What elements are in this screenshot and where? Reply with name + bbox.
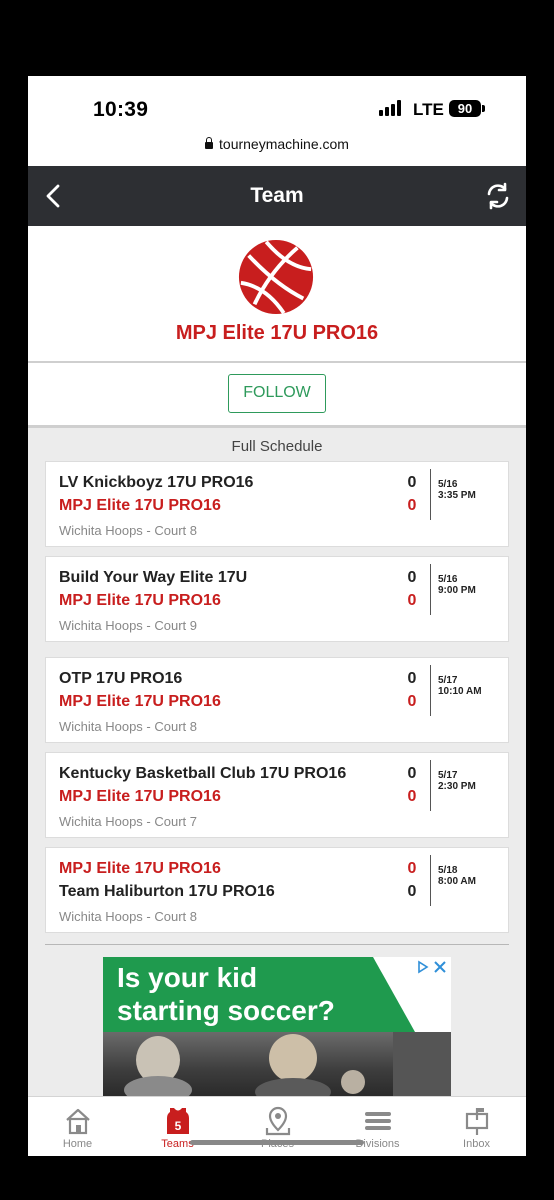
game-card[interactable]: Build Your Way Elite 17U 0 MPJ Elite 17U… — [45, 556, 509, 642]
home-score: 0 — [407, 569, 417, 586]
home-team: Build Your Way Elite 17U — [59, 569, 248, 586]
game-datetime: 5/17 2:30 PM — [438, 770, 476, 792]
divider — [45, 944, 509, 945]
away-team: MPJ Elite 17U PRO16 — [59, 693, 221, 710]
nav-teams[interactable]: 5 Teams — [128, 1097, 227, 1156]
separator — [430, 469, 431, 520]
home-team: MPJ Elite 17U PRO16 — [59, 860, 221, 877]
home-icon — [66, 1108, 90, 1135]
home-team: Kentucky Basketball Club 17U PRO16 — [59, 765, 347, 782]
game-venue: Wichita Hoops - Court 8 — [59, 523, 197, 538]
game-venue: Wichita Hoops - Court 9 — [59, 618, 197, 633]
nav-label: Inbox — [463, 1138, 490, 1150]
away-score: 0 — [407, 693, 417, 710]
status-bar: 10:39 LTE 90 — [28, 76, 526, 136]
game-venue: Wichita Hoops - Court 8 — [59, 909, 197, 924]
bottom-nav: Home 5 Teams Places Divisions — [28, 1096, 526, 1156]
lock-icon — [205, 137, 214, 149]
away-team: MPJ Elite 17U PRO16 — [59, 497, 221, 514]
game-datetime: 5/16 3:35 PM — [438, 479, 476, 501]
team-info: MPJ Elite 17U PRO16 — [28, 226, 526, 361]
away-score: 0 — [407, 883, 417, 900]
phone-screen: 10:39 LTE 90 tourneymachine.com Team MPJ… — [28, 76, 526, 1156]
game-datetime: 5/17 10:10 AM — [438, 675, 482, 697]
menu-lines-icon — [365, 1112, 391, 1130]
home-score: 0 — [407, 765, 417, 782]
app-header: Team — [28, 166, 526, 226]
separator — [430, 564, 431, 615]
battery-tip — [482, 105, 485, 112]
status-time: 10:39 — [93, 98, 149, 121]
game-card[interactable]: OTP 17U PRO16 0 MPJ Elite 17U PRO16 0 Wi… — [45, 657, 509, 743]
separator — [430, 760, 431, 811]
refresh-icon[interactable] — [484, 182, 512, 210]
game-card[interactable]: Kentucky Basketball Club 17U PRO16 0 MPJ… — [45, 752, 509, 838]
away-score: 0 — [407, 788, 417, 805]
nav-divisions[interactable]: Divisions — [328, 1097, 427, 1156]
schedule-list: Full Schedule LV Knickboyz 17U PRO16 0 M… — [28, 428, 526, 1096]
away-score: 0 — [407, 592, 417, 609]
home-indicator — [190, 1140, 364, 1145]
separator — [430, 665, 431, 716]
away-team: MPJ Elite 17U PRO16 — [59, 592, 221, 609]
game-venue: Wichita Hoops - Court 8 — [59, 719, 197, 734]
nav-home[interactable]: Home — [28, 1097, 127, 1156]
ad-photo — [103, 1032, 451, 1096]
game-card[interactable]: LV Knickboyz 17U PRO16 0 MPJ Elite 17U P… — [45, 461, 509, 547]
follow-button[interactable]: FOLLOW — [228, 374, 326, 413]
follow-section: FOLLOW — [28, 363, 526, 425]
home-score: 0 — [407, 670, 417, 687]
home-team: LV Knickboyz 17U PRO16 — [59, 474, 254, 491]
ad-headline: Is your kid starting soccer? — [117, 962, 335, 1026]
map-pin-icon — [265, 1106, 291, 1136]
team-name: MPJ Elite 17U PRO16 — [175, 322, 379, 344]
signal-icon — [379, 100, 405, 116]
page-title: Team — [250, 184, 304, 207]
schedule-heading: Full Schedule — [231, 438, 323, 455]
ad-banner[interactable]: Is your kid starting soccer? — [103, 957, 451, 1096]
nav-places[interactable]: Places — [228, 1097, 327, 1156]
home-score: 0 — [407, 860, 417, 877]
basketball-icon — [238, 239, 314, 315]
game-datetime: 5/16 9:00 PM — [438, 574, 476, 596]
home-team: OTP 17U PRO16 — [59, 670, 183, 687]
away-score: 0 — [407, 497, 417, 514]
url-text: tourneymachine.com — [219, 136, 349, 152]
game-datetime: 5/18 8:00 AM — [438, 865, 476, 887]
jersey-icon: 5 — [167, 1108, 189, 1134]
svg-text:5: 5 — [175, 1119, 182, 1133]
battery-icon: 90 — [449, 100, 481, 117]
mailbox-icon — [465, 1108, 489, 1135]
url-bar[interactable]: tourneymachine.com — [28, 136, 526, 166]
nav-label: Home — [62, 1138, 93, 1150]
ad-choices-icon[interactable] — [415, 959, 449, 975]
home-score: 0 — [407, 474, 417, 491]
away-team: Team Haliburton 17U PRO16 — [59, 883, 275, 900]
nav-inbox[interactable]: Inbox — [427, 1097, 526, 1156]
separator — [430, 855, 431, 906]
away-team: MPJ Elite 17U PRO16 — [59, 788, 221, 805]
game-card[interactable]: MPJ Elite 17U PRO16 0 Team Haliburton 17… — [45, 847, 509, 933]
network-label: LTE — [413, 100, 444, 119]
game-venue: Wichita Hoops - Court 7 — [59, 814, 197, 829]
